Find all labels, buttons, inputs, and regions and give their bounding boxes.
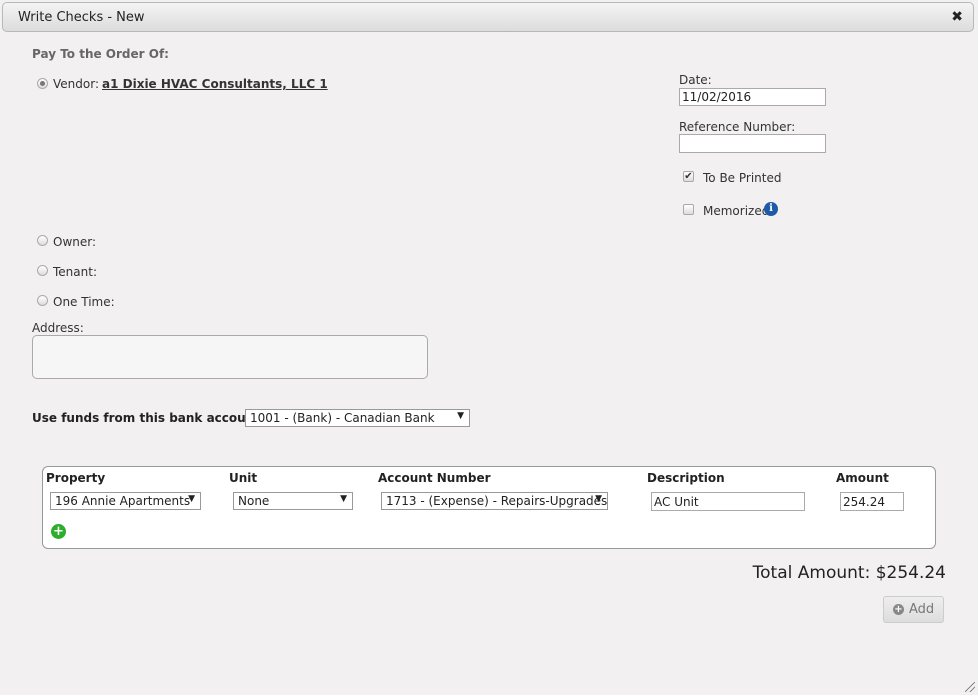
header-description: Description: [647, 471, 725, 485]
to-be-printed-checkbox[interactable]: ✔: [683, 171, 694, 182]
dialog-title: Write Checks - New: [18, 10, 145, 25]
bank-account-value: 1001 - (Bank) - Canadian Bank: [250, 411, 435, 425]
chevron-down-icon: ▼: [340, 494, 347, 504]
tenant-radio[interactable]: [37, 265, 48, 276]
check-lines-panel: Property Unit Account Number Description…: [42, 466, 936, 549]
chevron-down-icon: ▼: [595, 494, 602, 504]
header-property: Property: [46, 471, 106, 485]
add-button[interactable]: + Add: [883, 596, 944, 623]
bank-account-label: Use funds from this bank account:: [32, 411, 265, 425]
tenant-label: Tenant:: [53, 265, 97, 279]
close-icon[interactable]: ✖: [951, 9, 963, 25]
account-number-value: 1713 - (Expense) - Repairs-Upgrades: [386, 494, 608, 508]
account-number-select[interactable]: 1713 - (Expense) - Repairs-Upgrades ▼: [381, 492, 608, 510]
info-icon[interactable]: i: [764, 202, 778, 216]
pay-to-label: Pay To the Order Of:: [32, 47, 169, 61]
bank-account-select[interactable]: 1001 - (Bank) - Canadian Bank ▼: [245, 409, 470, 427]
owner-label: Owner:: [53, 235, 97, 249]
date-label: Date:: [679, 73, 712, 87]
one-time-radio[interactable]: [37, 295, 48, 306]
to-be-printed-label: To Be Printed: [703, 171, 782, 185]
total-amount: Total Amount: $254.24: [752, 563, 946, 583]
vendor-name-link[interactable]: a1 Dixie HVAC Consultants, LLC 1: [102, 77, 328, 91]
property-value: 196 Annie Apartments: [55, 494, 191, 508]
reference-number-label: Reference Number:: [679, 120, 796, 134]
add-line-plus-icon[interactable]: +: [51, 524, 66, 539]
chevron-down-icon: ▼: [457, 411, 464, 421]
memorized-label: Memorized: [703, 204, 770, 218]
add-button-label: Add: [909, 602, 935, 617]
unit-select[interactable]: None ▼: [233, 492, 353, 510]
address-field[interactable]: [32, 335, 428, 379]
memorized-checkbox[interactable]: [683, 204, 694, 215]
one-time-label: One Time:: [53, 295, 115, 309]
description-field[interactable]: [651, 492, 805, 511]
date-field[interactable]: [679, 88, 826, 106]
dialog-titlebar: Write Checks - New ✖: [2, 2, 974, 32]
address-label: Address:: [32, 321, 84, 335]
vendor-radio[interactable]: [37, 78, 48, 89]
owner-radio[interactable]: [37, 235, 48, 246]
chevron-down-icon: ▼: [188, 494, 195, 504]
vendor-label: Vendor:: [53, 77, 99, 91]
header-amount: Amount: [836, 471, 889, 485]
amount-field[interactable]: [840, 492, 904, 511]
property-select[interactable]: 196 Annie Apartments ▼: [50, 492, 201, 510]
plus-circle-icon: +: [893, 604, 904, 615]
reference-number-field[interactable]: [679, 134, 826, 153]
unit-value: None: [238, 494, 270, 508]
resize-handle[interactable]: [965, 682, 975, 692]
header-unit: Unit: [229, 471, 258, 485]
header-account-number: Account Number: [378, 471, 491, 485]
